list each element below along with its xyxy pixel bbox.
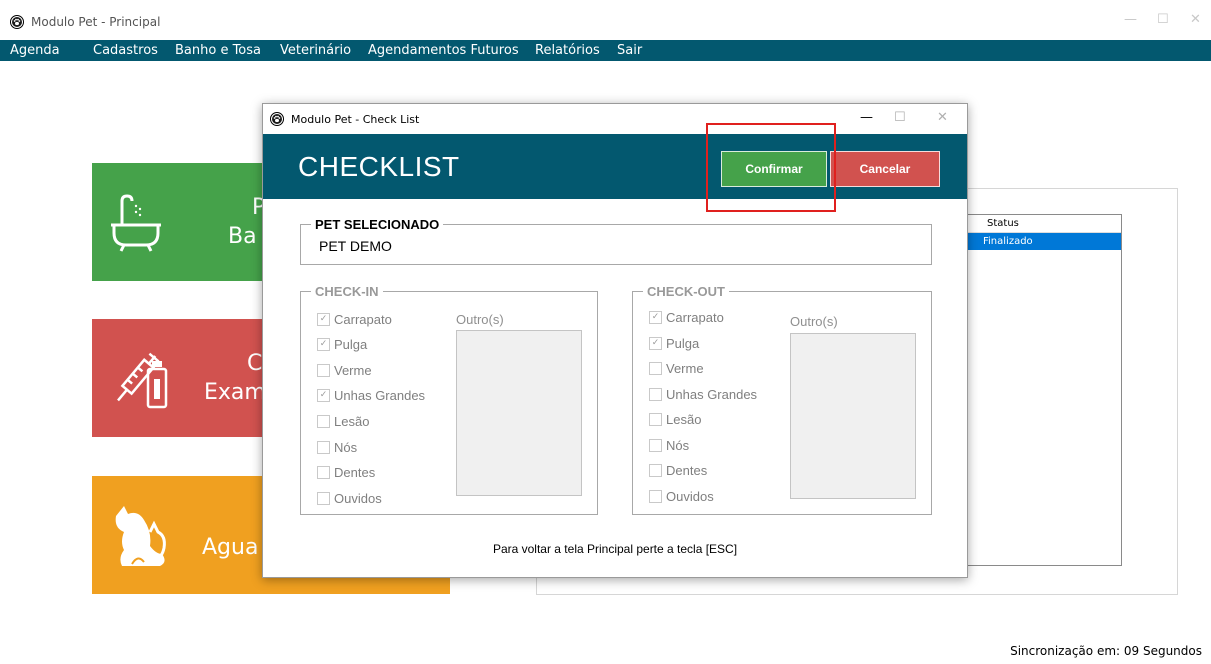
menu-cadastros[interactable]: Cadastros xyxy=(93,44,158,58)
checkbox-icon xyxy=(317,466,330,479)
checkbox-icon xyxy=(649,362,662,375)
checkbox-icon xyxy=(317,364,330,377)
checkin-pulga-label: Pulga xyxy=(334,337,368,352)
menu-agendamentos-futuros[interactable]: Agendamentos Futuros xyxy=(368,44,519,58)
checkbox-checked-icon: ✓ xyxy=(317,389,330,402)
checkin-nos-label: Nós xyxy=(334,440,358,455)
column-status: Status xyxy=(987,218,1019,229)
checkbox-checked-icon: ✓ xyxy=(317,338,330,351)
menu-bar: Agenda Cadastros Banho e Tosa Veterinári… xyxy=(0,40,1211,61)
checkout-others-label: Outro(s) xyxy=(790,314,838,329)
checkbox-icon xyxy=(317,492,330,505)
tile-aguardando-label: Agua xyxy=(202,535,259,560)
checkout-verme-label: Verme xyxy=(666,361,704,376)
dialog-maximize-button[interactable]: ☐ xyxy=(894,110,906,125)
menu-agenda[interactable]: Agenda xyxy=(10,44,60,58)
checkbox-icon xyxy=(317,415,330,428)
checkbox-checked-icon: ✓ xyxy=(649,337,662,350)
checkin-verme-label: Verme xyxy=(334,363,372,378)
sync-status: Sincronização em: 09 Segundos xyxy=(1010,644,1202,658)
checkin-dentes-label: Dentes xyxy=(334,465,376,480)
close-button[interactable]: ✕ xyxy=(1190,12,1201,27)
checkin-others-label: Outro(s) xyxy=(456,312,504,327)
checkout-group: CHECK-OUT ✓ Carrapato ✓ Pulga Verme Unhas … xyxy=(632,284,932,515)
dialog-titlebar: Modulo Pet - Check List — ☐ ✕ xyxy=(263,104,967,134)
checkout-others-textarea[interactable] xyxy=(790,333,916,499)
checkout-lesao-label: Lesão xyxy=(666,412,702,427)
checkbox-checked-icon: ✓ xyxy=(317,313,330,326)
checkbox-icon xyxy=(317,441,330,454)
checkin-ouvidos-label: Ouvidos xyxy=(334,491,382,506)
schedule-table[interactable]: Status Finalizado xyxy=(964,214,1122,566)
checkbox-icon xyxy=(649,439,662,452)
bathtub-icon xyxy=(111,194,161,252)
checkout-label: CHECK-OUT xyxy=(647,284,725,299)
checkbox-checked-icon: ✓ xyxy=(649,311,662,324)
checkout-pulga-label: Pulga xyxy=(666,336,700,351)
dialog-header: CHECKLIST Confirmar Cancelar xyxy=(263,123,967,212)
dog-cat-icon xyxy=(115,506,166,566)
app-title: Modulo Pet - Principal xyxy=(31,15,161,29)
paw-icon xyxy=(10,15,24,29)
page-title: CHECKLIST xyxy=(298,151,460,182)
dialog-close-button[interactable]: ✕ xyxy=(937,110,948,125)
main-titlebar: Modulo Pet - Principal — ☐ ✕ xyxy=(0,0,1211,40)
table-header: Status xyxy=(965,215,1121,233)
pet-selected-label: PET SELECIONADO xyxy=(315,217,440,232)
pet-selected-group: PET SELECIONADO PET DEMO xyxy=(300,217,932,265)
paw-icon xyxy=(270,112,284,126)
cancel-button[interactable]: Cancelar xyxy=(830,151,940,187)
minimize-button[interactable]: — xyxy=(1124,12,1137,27)
checkin-lesao-label: Lesão xyxy=(334,414,370,429)
checkin-carrapato-label: Carrapato xyxy=(334,312,392,327)
menu-banho-tosa[interactable]: Banho e Tosa xyxy=(175,44,261,58)
tile-consultas-line1: C xyxy=(247,351,263,376)
checkbox-icon xyxy=(649,490,662,503)
row-status-cell: Finalizado xyxy=(983,236,1033,247)
dialog-minimize-button[interactable]: — xyxy=(860,110,873,125)
checkout-carrapato-label: Carrapato xyxy=(666,310,724,325)
table-row[interactable]: Finalizado xyxy=(965,233,1121,250)
checkout-unhas-grandes-label: Unhas Grandes xyxy=(666,387,758,402)
checkbox-icon xyxy=(649,388,662,401)
syringe-bottle-icon xyxy=(117,352,168,409)
confirm-highlight-box xyxy=(706,123,836,212)
tile-consultas-line2: Exam xyxy=(204,380,266,405)
checkin-label: CHECK-IN xyxy=(315,284,379,299)
maximize-button[interactable]: ☐ xyxy=(1157,12,1169,27)
checkbox-icon xyxy=(649,464,662,477)
checklist-dialog: Modulo Pet - Check List — ☐ ✕ CHECKLIST … xyxy=(262,103,968,578)
menu-relatorios[interactable]: Relatórios xyxy=(535,44,600,58)
menu-sair[interactable]: Sair xyxy=(617,44,642,58)
checkout-dentes-label: Dentes xyxy=(666,463,708,478)
checkin-unhas-grandes-label: Unhas Grandes xyxy=(334,388,426,403)
tile-banho-line2: Ba xyxy=(228,224,257,249)
checkout-ouvidos-label: Ouvidos xyxy=(666,489,714,504)
esc-hint: Para voltar a tela Principal perte a tec… xyxy=(492,542,738,556)
checkbox-icon xyxy=(649,413,662,426)
checkin-group: CHECK-IN ✓ Carrapato ✓ Pulga Verme ✓ Unhas … xyxy=(300,284,598,515)
dialog-title: Modulo Pet - Check List xyxy=(291,113,420,126)
pet-name: PET DEMO xyxy=(319,238,392,254)
menu-veterinario[interactable]: Veterinário xyxy=(280,44,351,58)
checkin-others-textarea[interactable] xyxy=(456,330,582,496)
checkout-nos-label: Nós xyxy=(666,438,690,453)
